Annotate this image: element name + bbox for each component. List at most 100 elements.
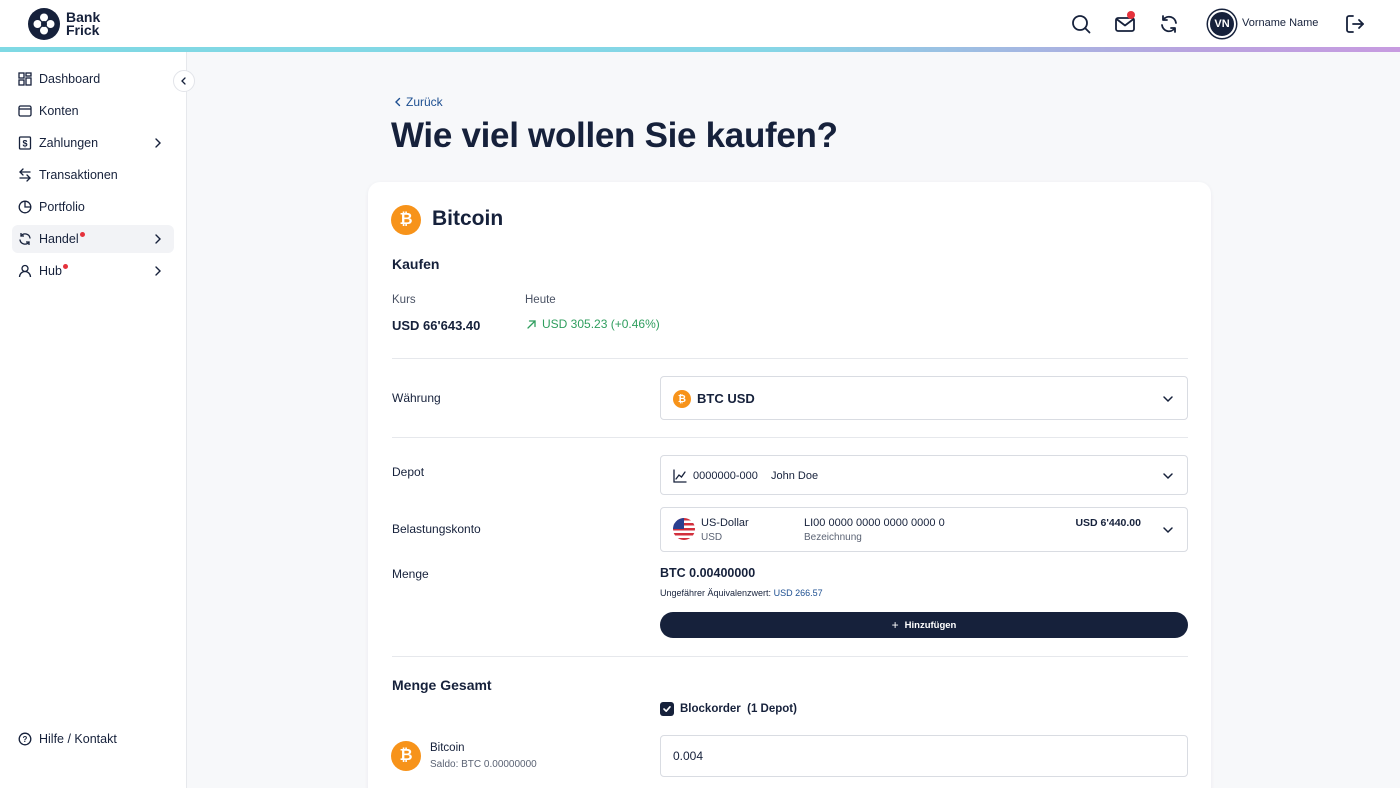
chevron-down-icon	[1163, 396, 1173, 403]
refresh-icon[interactable]	[1157, 12, 1181, 36]
trade-refresh-icon	[19, 233, 31, 245]
equivalent-label: Ungefährer Äquivalenzwert:	[660, 588, 772, 598]
user-avatar[interactable]: VN	[1208, 10, 1236, 38]
sidebar-item-zahlungen[interactable]: $ Zahlungen	[12, 129, 174, 157]
sidebar-item-help[interactable]: ? Hilfe / Kontakt	[12, 725, 174, 753]
account-description: Bezeichnung	[804, 532, 862, 543]
depot-select[interactable]: 0000000-000 John Doe	[660, 455, 1188, 495]
chevron-right-icon	[155, 266, 161, 276]
sidebar-item-label: Transaktionen	[39, 168, 118, 182]
sidebar-collapse-button[interactable]	[173, 70, 195, 92]
help-icon: ?	[18, 732, 32, 746]
add-button-label: Hinzufügen	[904, 619, 957, 631]
search-icon[interactable]	[1069, 12, 1093, 36]
section-heading-menge-gesamt: Menge Gesamt	[392, 677, 492, 693]
checkmark-icon	[663, 705, 671, 712]
sidebar-item-label: Zahlungen	[39, 136, 99, 150]
heute-change: USD 305.23 (+0.46%)	[526, 317, 660, 331]
sidebar-item-label: Portfolio	[39, 200, 85, 214]
bank-logo[interactable]: Bank Frick	[28, 8, 100, 40]
sidebar-item-label: Hub	[39, 264, 62, 278]
equivalent-value-line: Ungefährer Äquivalenzwert: USD 266.57	[660, 588, 823, 598]
sidebar-item-label: Konten	[39, 104, 79, 118]
account-currency-code: USD	[701, 532, 723, 543]
currency-select-value: BTC USD	[697, 391, 755, 406]
top-bar: Bank Frick VN Vorname Name	[0, 0, 1400, 48]
sidebar-item-dashboard[interactable]: Dashboard	[12, 65, 174, 93]
back-link-label: Zurück	[406, 95, 443, 109]
bitcoin-icon: ₿	[673, 390, 691, 408]
bitcoin-icon: ₿	[391, 741, 421, 771]
logout-icon[interactable]	[1343, 12, 1367, 36]
sidebar-item-konten[interactable]: Konten	[12, 97, 174, 125]
dashboard-icon	[18, 72, 32, 86]
divider	[392, 656, 1188, 657]
page-title: Wie viel wollen Sie kaufen?	[391, 116, 838, 155]
quantity-input[interactable]: 0.004	[660, 735, 1188, 777]
section-heading-kaufen: Kaufen	[392, 256, 440, 272]
transfer-icon	[19, 168, 31, 182]
quantity-input-value: 0.004	[673, 749, 704, 763]
sidebar-item-portfolio[interactable]: Portfolio	[12, 193, 174, 221]
depot-label: Depot	[392, 465, 425, 479]
header-gradient-bar	[0, 47, 1400, 52]
us-flag-icon	[673, 518, 695, 540]
account-iban: LI00 0000 0000 0000 0000 0	[804, 517, 945, 529]
blockorder-count: (1 Depot)	[747, 703, 797, 715]
handel-notification-dot	[79, 231, 85, 237]
currency-select[interactable]: ₿ BTC USD	[660, 376, 1188, 420]
coin-saldo: Saldo: BTC 0.00000000	[430, 759, 537, 770]
sidebar-item-label: Hilfe / Kontakt	[39, 732, 117, 746]
back-link[interactable]: Zurück	[393, 95, 443, 109]
add-button[interactable]: + Hinzufügen	[660, 612, 1188, 638]
kurs-value: USD 66'643.40	[392, 318, 481, 333]
arrow-up-right-icon	[527, 319, 536, 329]
payments-icon: $	[18, 136, 32, 150]
mail-notification-dot	[1127, 11, 1135, 19]
user-name[interactable]: Vorname Name	[1242, 17, 1318, 29]
menge-label: Menge	[392, 567, 429, 581]
line-chart-icon	[673, 469, 687, 483]
chevron-right-icon	[155, 234, 161, 244]
coin-name: Bitcoin	[430, 742, 465, 754]
chevron-left-icon	[395, 97, 401, 107]
svg-text:$: $	[22, 139, 27, 149]
menge-value: BTC 0.00400000	[660, 566, 756, 580]
blockorder-label-text: Blockorder	[680, 703, 741, 715]
pie-chart-icon	[18, 200, 32, 214]
waehrung-label: Währung	[392, 391, 441, 405]
chevron-down-icon	[1163, 527, 1173, 534]
sidebar: Dashboard Konten $ Zahlungen Transaktion…	[0, 52, 187, 788]
heute-label: Heute	[525, 294, 556, 306]
bitcoin-icon: ₿	[391, 205, 421, 235]
kurs-label: Kurs	[392, 294, 416, 306]
chevron-down-icon	[1163, 473, 1173, 480]
asset-name: Bitcoin	[432, 207, 504, 230]
wallet-icon	[18, 105, 32, 117]
heute-value: USD 305.23 (+0.46%)	[542, 317, 660, 331]
depot-number: 0000000-000	[693, 470, 758, 482]
sidebar-item-handel[interactable]: Handel	[12, 225, 174, 253]
account-currency-name: US-Dollar	[701, 517, 749, 529]
account-balance: USD 6'440.00	[1075, 517, 1141, 529]
sidebar-item-hub[interactable]: Hub	[12, 257, 174, 285]
sidebar-item-label: Dashboard	[39, 72, 101, 86]
account-select[interactable]: US-Dollar USD LI00 0000 0000 0000 0000 0…	[660, 507, 1188, 552]
sidebar-item-transaktionen[interactable]: Transaktionen	[12, 161, 174, 189]
chevron-left-icon	[181, 77, 186, 85]
user-icon	[18, 264, 32, 278]
blockorder-label[interactable]: Blockorder (1 Depot)	[680, 703, 797, 715]
blockorder-checkbox[interactable]	[660, 702, 674, 716]
divider	[392, 358, 1188, 359]
plus-icon: +	[891, 618, 899, 632]
depot-name: John Doe	[771, 470, 819, 482]
belastungskonto-label: Belastungskonto	[392, 522, 481, 536]
chevron-right-icon	[155, 138, 161, 148]
brand-name: Bank Frick	[66, 9, 101, 38]
svg-text:?: ?	[23, 735, 28, 744]
equivalent-value: USD 266.57	[773, 588, 823, 598]
fleur-logo-icon	[28, 8, 60, 40]
divider	[392, 437, 1188, 438]
hub-notification-dot	[62, 263, 68, 269]
sidebar-item-label: Handel	[39, 232, 79, 246]
